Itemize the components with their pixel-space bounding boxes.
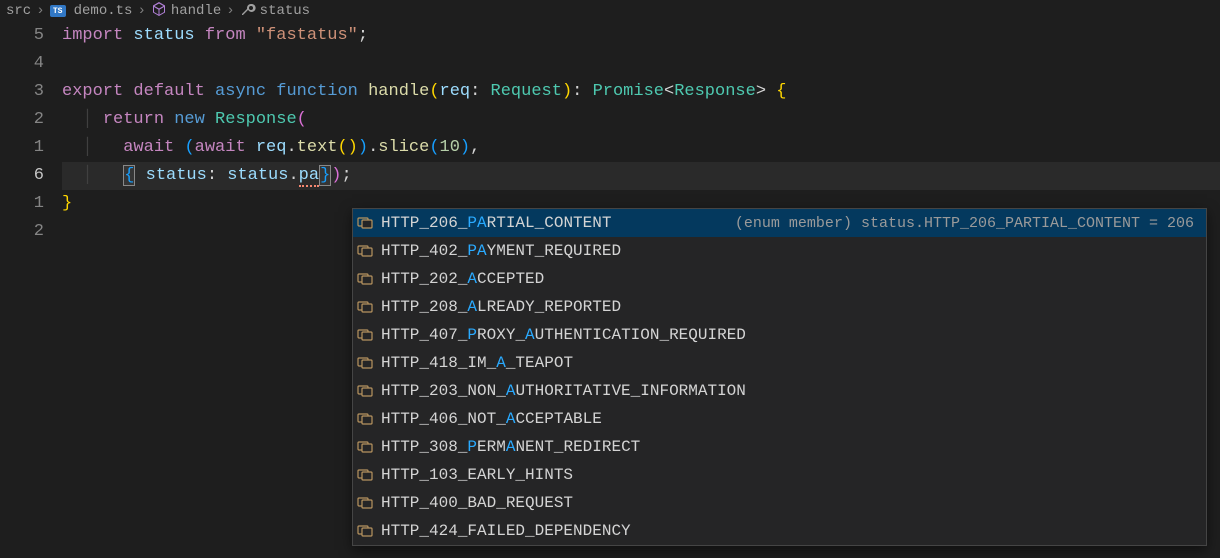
autocomplete-label: HTTP_418_IM_A_TEAPOT bbox=[381, 354, 573, 372]
property-icon bbox=[240, 1, 256, 22]
enum-member-icon bbox=[357, 299, 375, 315]
chevron-right-icon: › bbox=[137, 3, 145, 19]
breadcrumb-file[interactable]: TS demo.ts bbox=[50, 3, 133, 19]
autocomplete-label: HTTP_103_EARLY_HINTS bbox=[381, 466, 573, 484]
type: Response bbox=[215, 110, 297, 129]
keyword: await bbox=[195, 138, 246, 157]
breadcrumb-prop[interactable]: status bbox=[240, 1, 310, 22]
enum-member-icon bbox=[357, 327, 375, 343]
autocomplete-label: HTTP_308_PERMANENT_REDIRECT bbox=[381, 438, 640, 456]
enum-member-icon bbox=[357, 523, 375, 539]
code-line[interactable]: │ await (await req.text()).slice(10), bbox=[62, 134, 1220, 162]
enum-member-icon bbox=[357, 243, 375, 259]
type: Request bbox=[491, 82, 562, 101]
gutter-line-number-current: 6 bbox=[0, 162, 44, 190]
line-gutter: 5 4 3 2 1 6 1 2 bbox=[0, 22, 62, 246]
code-line-current[interactable]: │ { status: status.pa}); bbox=[62, 162, 1220, 190]
method-icon bbox=[151, 1, 167, 22]
function-name: handle bbox=[368, 82, 429, 101]
autocomplete-item[interactable]: HTTP_208_ALREADY_REPORTED bbox=[353, 293, 1206, 321]
punctuation: ; bbox=[358, 26, 368, 45]
typescript-icon: TS bbox=[50, 5, 66, 17]
string-literal: "fastatus" bbox=[256, 26, 358, 45]
typing-cursor: pa bbox=[299, 166, 319, 187]
autocomplete-item[interactable]: HTTP_418_IM_A_TEAPOT bbox=[353, 349, 1206, 377]
keyword: default bbox=[133, 82, 204, 101]
autocomplete-label: HTTP_402_PAYMENT_REQUIRED bbox=[381, 242, 621, 260]
method: text bbox=[297, 138, 338, 157]
enum-member-icon bbox=[357, 439, 375, 455]
autocomplete-item[interactable]: HTTP_202_ACCEPTED bbox=[353, 265, 1206, 293]
gutter-line-number: 1 bbox=[0, 134, 44, 162]
code-line[interactable] bbox=[62, 50, 1220, 78]
type: Response bbox=[674, 82, 756, 101]
breadcrumb-file-label: demo.ts bbox=[74, 3, 133, 19]
identifier: status bbox=[227, 166, 288, 185]
keyword: new bbox=[174, 110, 205, 129]
method: slice bbox=[378, 138, 429, 157]
property-key: status bbox=[146, 166, 207, 185]
breadcrumb[interactable]: src › TS demo.ts › handle › status bbox=[0, 0, 1220, 22]
enum-member-icon bbox=[357, 271, 375, 287]
gutter-line-number: 3 bbox=[0, 78, 44, 106]
autocomplete-popup[interactable]: HTTP_206_PARTIAL_CONTENT (enum member) st… bbox=[352, 208, 1207, 546]
chevron-right-icon: › bbox=[226, 3, 234, 19]
enum-member-icon bbox=[357, 215, 375, 231]
autocomplete-label: HTTP_406_NOT_ACCEPTABLE bbox=[381, 410, 602, 428]
autocomplete-item[interactable]: HTTP_406_NOT_ACCEPTABLE bbox=[353, 405, 1206, 433]
breadcrumb-method-label: handle bbox=[171, 3, 221, 19]
identifier: status bbox=[133, 26, 194, 45]
autocomplete-item[interactable]: HTTP_308_PERMANENT_REDIRECT bbox=[353, 433, 1206, 461]
enum-member-icon bbox=[357, 383, 375, 399]
type: Promise bbox=[593, 82, 664, 101]
gutter-line-number: 4 bbox=[0, 50, 44, 78]
enum-member-icon bbox=[357, 467, 375, 483]
identifier: req bbox=[256, 138, 287, 157]
autocomplete-label: HTTP_208_ALREADY_REPORTED bbox=[381, 298, 621, 316]
keyword: return bbox=[103, 110, 164, 129]
autocomplete-detail: (enum member) status.HTTP_206_PARTIAL_CO… bbox=[735, 215, 1202, 232]
enum-member-icon bbox=[357, 411, 375, 427]
keyword: await bbox=[123, 138, 174, 157]
keyword: async bbox=[215, 82, 266, 101]
enum-member-icon bbox=[357, 355, 375, 371]
autocomplete-label: HTTP_407_PROXY_AUTHENTICATION_REQUIRED bbox=[381, 326, 746, 344]
gutter-line-number: 1 bbox=[0, 190, 44, 218]
autocomplete-item[interactable]: HTTP_424_FAILED_DEPENDENCY bbox=[353, 517, 1206, 545]
enum-member-icon bbox=[357, 495, 375, 511]
autocomplete-label: HTTP_202_ACCEPTED bbox=[381, 270, 544, 288]
breadcrumb-src[interactable]: src bbox=[6, 3, 31, 19]
code-line[interactable]: │ return new Response( bbox=[62, 106, 1220, 134]
autocomplete-label: HTTP_203_NON_AUTHORITATIVE_INFORMATION bbox=[381, 382, 746, 400]
autocomplete-item[interactable]: HTTP_402_PAYMENT_REQUIRED bbox=[353, 237, 1206, 265]
autocomplete-item[interactable]: HTTP_400_BAD_REQUEST bbox=[353, 489, 1206, 517]
param: req bbox=[440, 82, 471, 101]
keyword: function bbox=[276, 82, 358, 101]
gutter-line-number: 2 bbox=[0, 218, 44, 246]
autocomplete-item[interactable]: HTTP_103_EARLY_HINTS bbox=[353, 461, 1206, 489]
autocomplete-label: HTTP_206_PARTIAL_CONTENT bbox=[381, 214, 611, 232]
code-line[interactable]: import status from "fastatus"; bbox=[62, 22, 1220, 50]
gutter-line-number: 2 bbox=[0, 106, 44, 134]
keyword: export bbox=[62, 82, 123, 101]
autocomplete-label: HTTP_424_FAILED_DEPENDENCY bbox=[381, 522, 631, 540]
gutter-line-number: 5 bbox=[0, 22, 44, 50]
breadcrumb-method[interactable]: handle bbox=[151, 1, 221, 22]
keyword: import bbox=[62, 26, 123, 45]
keyword: from bbox=[205, 26, 246, 45]
breadcrumb-prop-label: status bbox=[260, 3, 310, 19]
autocomplete-item[interactable]: HTTP_203_NON_AUTHORITATIVE_INFORMATION bbox=[353, 377, 1206, 405]
autocomplete-label: HTTP_400_BAD_REQUEST bbox=[381, 494, 573, 512]
number-literal: 10 bbox=[440, 138, 460, 157]
chevron-right-icon: › bbox=[36, 3, 44, 19]
autocomplete-item[interactable]: HTTP_407_PROXY_AUTHENTICATION_REQUIRED bbox=[353, 321, 1206, 349]
code-line[interactable]: export default async function handle(req… bbox=[62, 78, 1220, 106]
autocomplete-item[interactable]: HTTP_206_PARTIAL_CONTENT (enum member) st… bbox=[353, 209, 1206, 237]
